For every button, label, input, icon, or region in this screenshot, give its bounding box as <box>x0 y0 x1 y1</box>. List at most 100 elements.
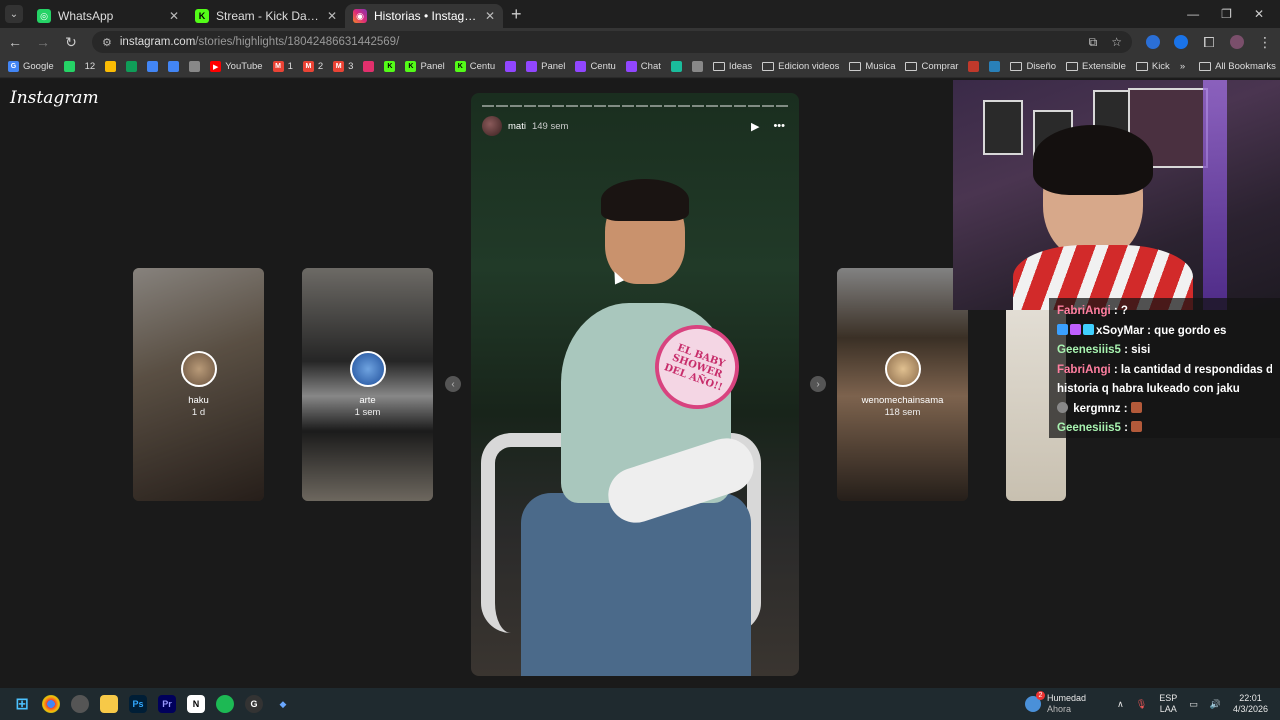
chat-message: Geenesiiis5 : sisi <box>1057 341 1272 361</box>
new-tab-icon[interactable]: + <box>511 4 522 25</box>
bookmark-sheets[interactable] <box>126 61 138 72</box>
notion-icon[interactable]: N <box>187 695 205 713</box>
bookmark-folder-diseno[interactable]: Diseño <box>1010 61 1056 72</box>
premiere-icon[interactable]: Pr <box>158 695 176 713</box>
bookmark-gmail-2[interactable]: M2 <box>302 61 323 72</box>
keyboard-layout: LAA <box>1159 704 1177 714</box>
bookmark-gmail-3[interactable]: M3 <box>333 61 353 72</box>
bookmark-folder-ideas[interactable]: Ideas <box>712 61 752 72</box>
chrome-menu-icon[interactable]: ⋮ <box>1258 34 1272 51</box>
more-options-icon[interactable]: ••• <box>773 120 785 133</box>
progress-segment <box>622 105 634 107</box>
chat-username: kergmnz <box>1073 402 1121 415</box>
discord-icon <box>691 61 703 72</box>
volume-icon[interactable]: 🔊 <box>1210 699 1221 710</box>
bookmark-folder-musica[interactable]: Musica <box>849 61 895 72</box>
bookmark-folder-extensible[interactable]: Extensible <box>1066 61 1126 72</box>
extension-icon[interactable] <box>1174 35 1188 49</box>
bookmark-instagram[interactable] <box>363 61 375 72</box>
wall-poster <box>983 100 1023 155</box>
bookmark-twitch-chat[interactable]: Chat <box>625 61 661 72</box>
story-preview-arte[interactable]: arte 1 sem <box>302 268 433 501</box>
bookmark-label: YouTube <box>225 61 263 72</box>
close-tab-icon[interactable]: ✕ <box>327 9 337 23</box>
bookmark-youtube[interactable]: ▶ YouTube <box>210 61 263 72</box>
tab-instagram-stories[interactable]: ◉ Historias • Instagram ✕ <box>345 4 503 28</box>
network-icon[interactable]: ▭ <box>1189 699 1198 710</box>
spotify-icon[interactable] <box>216 695 234 713</box>
photoshop-icon[interactable]: Ps <box>129 695 147 713</box>
next-story-icon[interactable]: › <box>810 376 826 392</box>
extensions-puzzle-icon[interactable]: ⧠ <box>1202 34 1216 51</box>
kick-icon: K <box>405 61 417 72</box>
progress-segment <box>748 105 760 107</box>
avatar[interactable] <box>482 116 502 136</box>
close-tab-icon[interactable]: ✕ <box>485 9 495 23</box>
play-icon[interactable]: ▶ <box>751 120 759 133</box>
chrome-icon[interactable] <box>42 695 60 713</box>
bookmark-folder-comprar[interactable]: Comprar <box>905 61 958 72</box>
bookmark-kick[interactable]: K <box>384 61 396 72</box>
tab-kick-dashboard[interactable]: K Stream - Kick Dashboard ✕ <box>187 4 345 28</box>
emote-icon <box>1131 421 1143 432</box>
app-icon[interactable] <box>71 695 89 713</box>
bookmark-kick-centu[interactable]: K Centu <box>454 61 495 72</box>
forward-icon[interactable]: → <box>36 34 50 50</box>
close-window-icon[interactable]: ✕ <box>1254 7 1264 21</box>
app-icon[interactable]: G <box>245 695 263 713</box>
bookmark-instagram-gray[interactable] <box>189 61 201 72</box>
app-icon <box>968 61 980 72</box>
bookmark-twitch-panel[interactable]: Panel <box>526 61 565 72</box>
kick-icon: K <box>384 61 396 72</box>
calendar-icon <box>168 61 180 72</box>
maximize-icon[interactable]: ❐ <box>1221 7 1232 21</box>
language-indicator[interactable]: ESP LAA <box>1159 693 1177 715</box>
chevron-up-icon[interactable]: ∧ <box>1117 699 1124 710</box>
bookmark-kick-panel[interactable]: K Panel <box>405 61 445 72</box>
windows-start-icon[interactable]: ⊞ <box>13 695 31 713</box>
tab-label: Historias • Instagram <box>374 9 478 23</box>
story-username[interactable]: mati <box>508 121 526 132</box>
bookmark-app-red[interactable] <box>968 61 980 72</box>
story-preview-haku[interactable]: haku 1 d <box>133 268 264 501</box>
microphone-icon[interactable]: 🎙 <box>1136 699 1147 710</box>
bookmark-folder-edicion[interactable]: Edicion videos <box>762 61 839 72</box>
bookmark-google[interactable]: G Google <box>8 61 54 72</box>
close-tab-icon[interactable]: ✕ <box>169 9 179 23</box>
tab-whatsapp[interactable]: ◎ WhatsApp ✕ <box>29 4 187 28</box>
bookmark-app[interactable] <box>670 61 682 72</box>
story-username: arte <box>359 395 376 406</box>
bookmark-star-icon[interactable]: ☆ <box>1111 35 1122 50</box>
clock[interactable]: 22:01 4/3/2026 <box>1233 693 1268 715</box>
url-bar[interactable]: ⚙ instagram.com/stories/highlights/18042… <box>92 31 1132 53</box>
previous-story-icon[interactable]: ‹ <box>445 376 461 392</box>
minimize-icon[interactable]: — <box>1187 7 1199 21</box>
extension-icon[interactable] <box>1146 35 1160 49</box>
bookmark-drive[interactable] <box>105 61 117 72</box>
bookmark-gmail-1[interactable]: M1 <box>272 61 293 72</box>
all-bookmarks[interactable]: All Bookmarks <box>1199 61 1276 72</box>
install-app-icon[interactable]: ⧉ <box>1089 35 1098 50</box>
back-icon[interactable]: ← <box>8 34 22 50</box>
profile-avatar[interactable] <box>1230 35 1244 49</box>
bookmark-calendar[interactable] <box>168 61 180 72</box>
bookmark-app-blue[interactable] <box>989 61 1001 72</box>
site-info-icon[interactable]: ⚙ <box>102 36 112 49</box>
instagram-logo[interactable]: Instagram <box>10 88 99 108</box>
weather-widget[interactable]: 2 Humedad Ahora <box>1025 691 1086 715</box>
bookmark-whatsapp[interactable] <box>63 61 75 72</box>
reload-icon[interactable]: ↻ <box>64 34 78 51</box>
bookmark-folder-kick[interactable]: Kick <box>1135 61 1170 72</box>
file-explorer-icon[interactable] <box>100 695 118 713</box>
tab-search-button[interactable]: ⌄ <box>5 5 23 23</box>
bookmark-twitch[interactable] <box>505 61 517 72</box>
bookmark-discord[interactable] <box>691 61 703 72</box>
more-bookmarks-icon[interactable]: » <box>1180 61 1185 72</box>
story-preview-wenomechainsama[interactable]: wenomechainsama 118 sem <box>837 268 968 501</box>
story-viewer[interactable]: mati 149 sem ▶ ••• EL BABY SHOWER DEL AÑ… <box>471 93 799 676</box>
bookmark-label: Chat <box>640 61 661 72</box>
app-icon[interactable]: ◆ <box>274 695 292 713</box>
bookmark-12[interactable]: 12 <box>85 61 96 72</box>
bookmark-twitch-centu[interactable]: Centu <box>575 61 616 72</box>
bookmark-docs[interactable] <box>147 61 159 72</box>
